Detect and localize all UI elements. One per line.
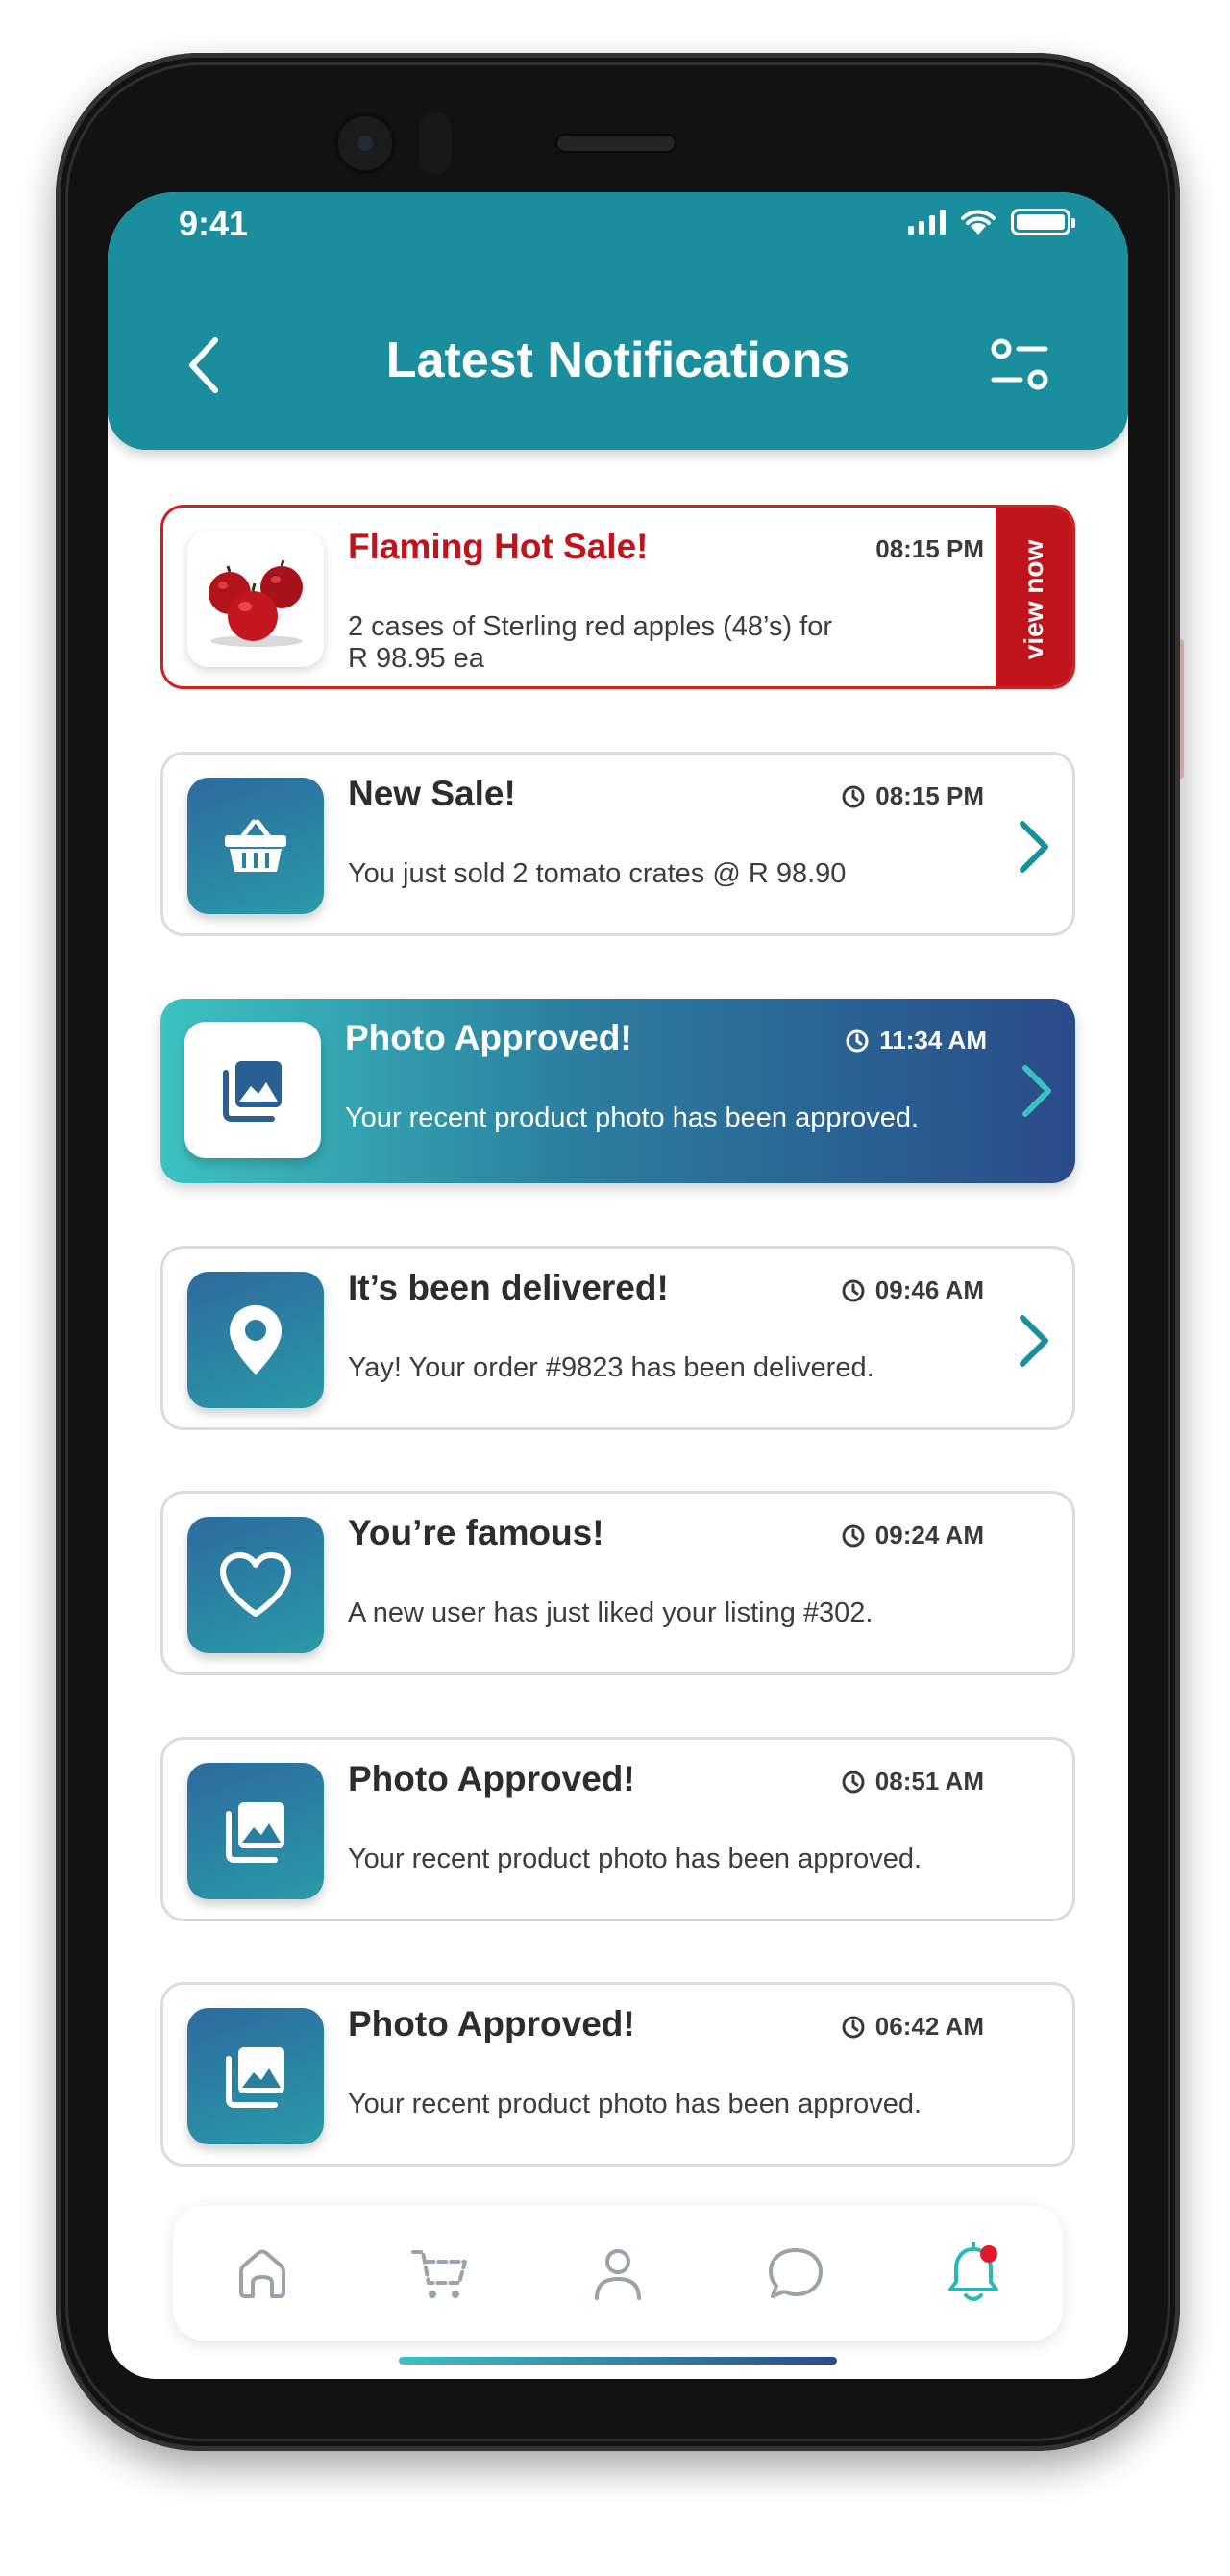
notification-time: 08:15 PM bbox=[841, 781, 984, 811]
apples-image bbox=[187, 531, 324, 667]
front-camera bbox=[334, 112, 396, 174]
clock-icon bbox=[842, 2016, 865, 2038]
home-indicator[interactable] bbox=[399, 2357, 837, 2365]
status-time: 9:41 bbox=[179, 204, 249, 243]
notification-body: Your recent product photo has been appro… bbox=[345, 1102, 920, 1133]
nav-profile[interactable] bbox=[575, 2230, 661, 2316]
clock-icon bbox=[842, 785, 865, 807]
photo-icon bbox=[187, 1763, 324, 1899]
notification-title: Photo Approved! bbox=[348, 2004, 635, 2043]
notification-time: 06:42 AM bbox=[841, 2012, 984, 2042]
notification-card[interactable]: New Sale! 08:15 PM You just sold 2 tomat… bbox=[160, 752, 1075, 936]
filter-icon[interactable] bbox=[988, 334, 1051, 398]
notification-card-highlighted[interactable]: Photo Approved! 11:34 AM Your recent pro… bbox=[160, 999, 1075, 1183]
heart-icon bbox=[187, 1517, 324, 1653]
notification-body: 2 cases of Sterling red apples (48’s) fo… bbox=[348, 611, 833, 674]
chat-icon bbox=[769, 2248, 824, 2298]
clock-icon bbox=[846, 1029, 869, 1052]
header: 9:41 Latest Notifications bbox=[108, 192, 1128, 450]
notification-body: Your recent product photo has been appro… bbox=[348, 1844, 922, 1874]
nav-notifications[interactable] bbox=[930, 2230, 1017, 2316]
home-icon bbox=[238, 2249, 285, 2298]
basket-icon bbox=[187, 778, 324, 914]
clock-icon bbox=[842, 1771, 865, 1793]
cart-icon bbox=[410, 2250, 467, 2298]
notification-card[interactable]: Photo Approved! 06:42 AM Your recent pro… bbox=[160, 1982, 1075, 2167]
notification-body: You just sold 2 tomato crates @ R 98.90 bbox=[348, 858, 847, 889]
notification-card[interactable]: It’s been delivered! 09:46 AM Yay! Your … bbox=[160, 1246, 1075, 1430]
photo-icon bbox=[187, 2008, 324, 2144]
chevron-right-icon[interactable] bbox=[1018, 1062, 1056, 1120]
notification-time: 09:24 AM bbox=[841, 1521, 984, 1550]
view-now-button[interactable]: view now bbox=[996, 508, 1072, 686]
profile-icon bbox=[594, 2249, 641, 2300]
chevron-right-icon[interactable] bbox=[1015, 1312, 1053, 1370]
chevron-right-icon[interactable] bbox=[1015, 818, 1053, 876]
notification-card-sale[interactable]: Flaming Hot Sale! 08:15 PM 2 cases of St… bbox=[160, 505, 1075, 689]
notification-card[interactable]: You’re famous! 09:24 AM A new user has j… bbox=[160, 1491, 1075, 1675]
photo-icon bbox=[184, 1022, 321, 1158]
location-pin-icon bbox=[187, 1272, 324, 1408]
sensor bbox=[419, 112, 452, 174]
notification-time: 11:34 AM bbox=[845, 1026, 987, 1055]
status-icons bbox=[908, 208, 1075, 236]
battery-icon bbox=[1011, 209, 1075, 235]
page-title: Latest Notifications bbox=[385, 333, 850, 388]
notification-title: Flaming Hot Sale! bbox=[348, 527, 649, 566]
nav-chat[interactable] bbox=[752, 2230, 839, 2316]
wifi-icon bbox=[961, 210, 996, 235]
app-screen: 9:41 Latest Notifications Flaming Hot Sa… bbox=[108, 192, 1128, 2379]
notification-time: 09:46 AM bbox=[841, 1276, 984, 1305]
notification-body: A new user has just liked your listing #… bbox=[348, 1598, 873, 1628]
notification-title: It’s been delivered! bbox=[348, 1268, 669, 1307]
notification-title: You’re famous! bbox=[348, 1513, 604, 1552]
nav-cart[interactable] bbox=[397, 2230, 483, 2316]
notification-time: 08:51 AM bbox=[841, 1767, 984, 1796]
clock-icon bbox=[842, 1279, 865, 1301]
notification-card[interactable]: Photo Approved! 08:51 AM Your recent pro… bbox=[160, 1737, 1075, 1921]
notification-body: Your recent product photo has been appro… bbox=[348, 2089, 922, 2119]
notification-time: 08:15 PM bbox=[875, 534, 984, 563]
clock-icon bbox=[842, 1524, 865, 1547]
signal-icon bbox=[908, 210, 946, 235]
nav-home[interactable] bbox=[219, 2230, 306, 2316]
notification-body: Yay! Your order #9823 has been delivered… bbox=[348, 1352, 874, 1383]
notification-title: Photo Approved! bbox=[345, 1018, 632, 1057]
earpiece-speaker bbox=[555, 134, 676, 153]
bottom-nav bbox=[173, 2206, 1063, 2341]
notification-title: Photo Approved! bbox=[348, 1759, 635, 1798]
notification-title: New Sale! bbox=[348, 774, 516, 813]
